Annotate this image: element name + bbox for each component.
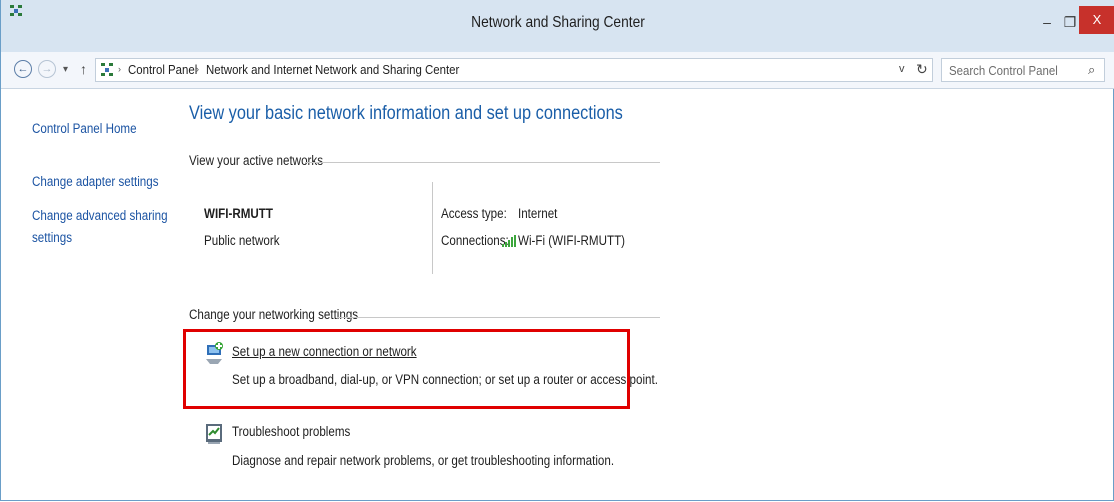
- active-networks-label: View your active networks: [189, 153, 324, 168]
- network-type: Public network: [204, 233, 280, 248]
- content-area: Control Panel Home Change adapter settin…: [1, 89, 1113, 500]
- troubleshoot-problems-description: Diagnose and repair network problems, or…: [232, 453, 615, 468]
- breadcrumb-separator: ›: [118, 64, 121, 74]
- troubleshoot-icon: [206, 424, 222, 444]
- breadcrumb-separator: ›: [196, 64, 199, 74]
- recent-locations-button[interactable]: ▾: [63, 64, 68, 75]
- sidebar-item-control-panel-home[interactable]: Control Panel Home: [32, 118, 137, 140]
- section-divider: [337, 317, 660, 318]
- wifi-connection-link[interactable]: Wi-Fi (WIFI-RMUTT): [518, 233, 625, 248]
- close-button[interactable]: X: [1079, 6, 1114, 34]
- window: Network and Sharing Center – ❐ X ← → ▾ ↑…: [0, 0, 1114, 501]
- sidebar-item-change-advanced-sharing[interactable]: Change advanced sharing: [32, 205, 168, 227]
- back-button[interactable]: ←: [14, 60, 32, 78]
- navigation-bar: ← → ▾ ↑ › Control Panel › Network and In…: [1, 52, 1114, 89]
- address-dropdown-button[interactable]: v: [899, 63, 905, 75]
- set-up-new-connection-description: Set up a broadband, dial-up, or VPN conn…: [232, 372, 658, 387]
- up-button[interactable]: ↑: [80, 61, 87, 77]
- access-type-value: Internet: [518, 206, 558, 221]
- network-divider: [432, 182, 433, 274]
- highlight-box: [183, 329, 630, 409]
- title-bar: Network and Sharing Center – ❐ X: [1, 0, 1114, 52]
- sidebar-item-change-advanced-sharing-2[interactable]: settings: [32, 227, 72, 249]
- breadcrumb-control-panel[interactable]: Control Panel: [128, 62, 197, 77]
- refresh-icon[interactable]: ↻: [916, 61, 928, 78]
- change-settings-label: Change your networking settings: [189, 307, 359, 322]
- search-icon[interactable]: ⌕: [1088, 62, 1095, 78]
- control-panel-icon: [101, 63, 113, 76]
- access-type-label: Access type:: [441, 206, 507, 221]
- breadcrumb-separator: ›: [305, 64, 308, 74]
- window-title: Network and Sharing Center: [471, 14, 645, 31]
- search-input[interactable]: Search Control Panel: [949, 63, 1058, 78]
- forward-button[interactable]: →: [38, 60, 56, 78]
- set-up-new-connection-link[interactable]: Set up a new connection or network: [232, 344, 417, 359]
- network-app-icon: [10, 5, 22, 16]
- troubleshoot-problems-link[interactable]: Troubleshoot problems: [232, 424, 350, 439]
- address-bar[interactable]: › Control Panel › Network and Internet ›…: [95, 58, 933, 82]
- wifi-signal-icon: [502, 235, 516, 247]
- breadcrumb-network-and-internet[interactable]: Network and Internet: [206, 62, 312, 77]
- section-divider: [305, 162, 660, 163]
- sidebar-item-change-adapter-settings[interactable]: Change adapter settings: [32, 171, 159, 193]
- minimize-button[interactable]: –: [1035, 6, 1059, 38]
- new-connection-icon: [206, 342, 223, 364]
- page-title: View your basic network information and …: [189, 103, 623, 124]
- search-box[interactable]: Search Control Panel ⌕: [941, 58, 1105, 82]
- connections-label: Connections:: [441, 233, 509, 248]
- network-name: WIFI-RMUTT: [204, 206, 274, 221]
- breadcrumb-network-and-sharing-center[interactable]: Network and Sharing Center: [315, 62, 459, 77]
- maximize-button[interactable]: ❐: [1059, 6, 1081, 38]
